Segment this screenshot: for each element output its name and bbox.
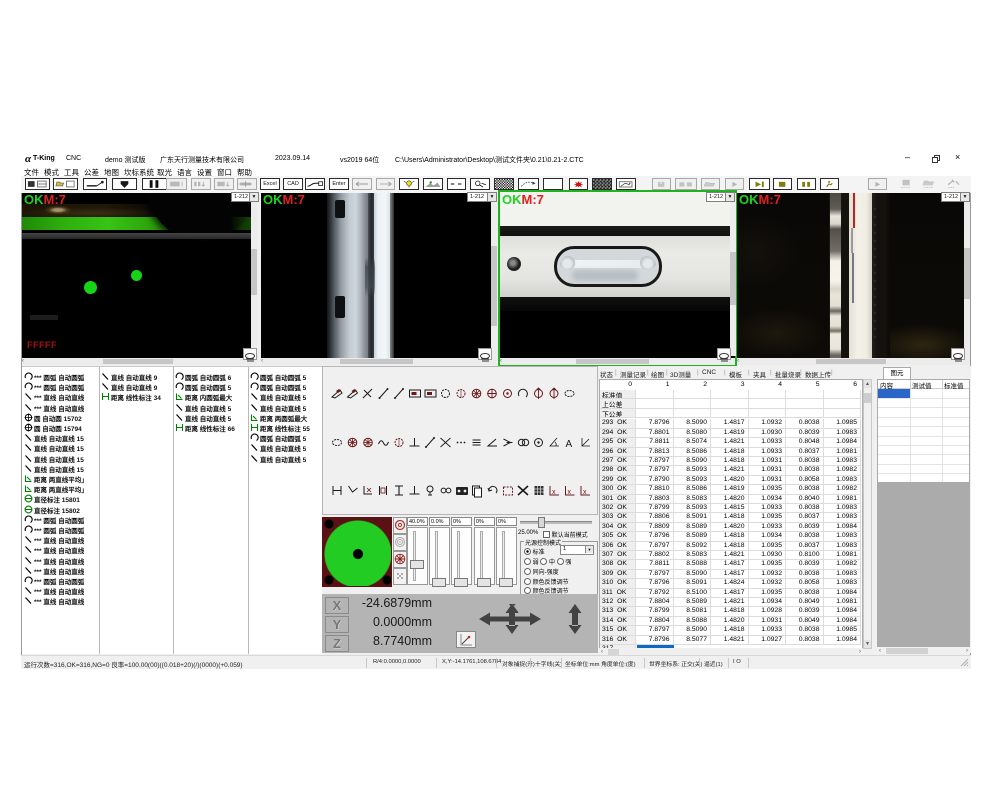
- svg-text:x: x: [552, 489, 556, 496]
- svg-text:x: x: [568, 489, 572, 496]
- svg-text:x: x: [583, 489, 587, 496]
- svg-text:A: A: [566, 439, 573, 450]
